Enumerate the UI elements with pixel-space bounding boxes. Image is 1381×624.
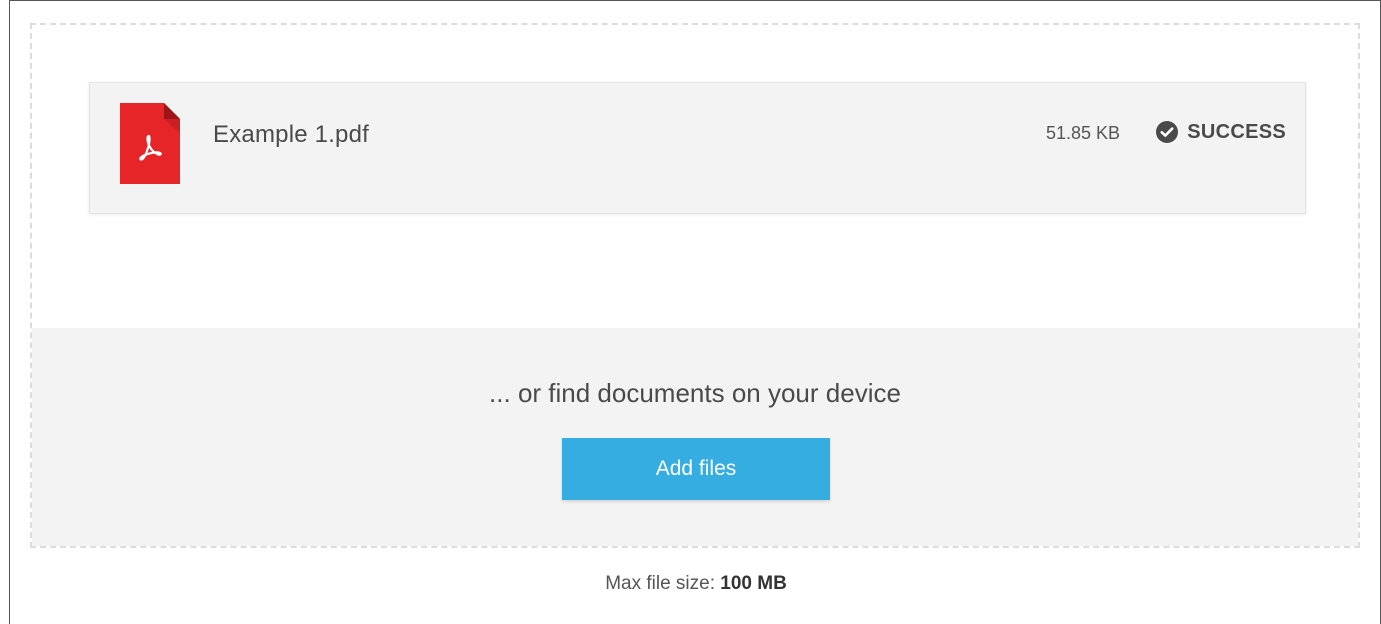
drop-zone[interactable]: Example 1.pdf 51.85 KB SUCCESS ... or fi… <box>30 23 1360 548</box>
status-text: SUCCESS <box>1187 120 1286 143</box>
device-prompt-text: ... or find documents on your device <box>489 378 901 408</box>
max-file-size-label: Max file size: <box>605 573 721 594</box>
max-file-size-note: Max file size: 100 MB <box>10 573 1381 595</box>
file-size: 51.85 KB <box>1045 123 1120 143</box>
add-files-button[interactable]: Add files <box>562 438 830 500</box>
max-file-size-value: 100 MB <box>720 573 787 594</box>
file-name: Example 1.pdf <box>213 121 370 148</box>
upload-frame: Example 1.pdf 51.85 KB SUCCESS ... or fi… <box>9 0 1381 624</box>
pdf-file-icon <box>120 103 180 184</box>
file-item: Example 1.pdf 51.85 KB SUCCESS <box>89 82 1306 214</box>
device-upload-area: ... or find documents on your device Add… <box>32 328 1358 546</box>
status-badge: SUCCESS <box>1155 120 1286 144</box>
check-circle-icon <box>1156 121 1179 143</box>
